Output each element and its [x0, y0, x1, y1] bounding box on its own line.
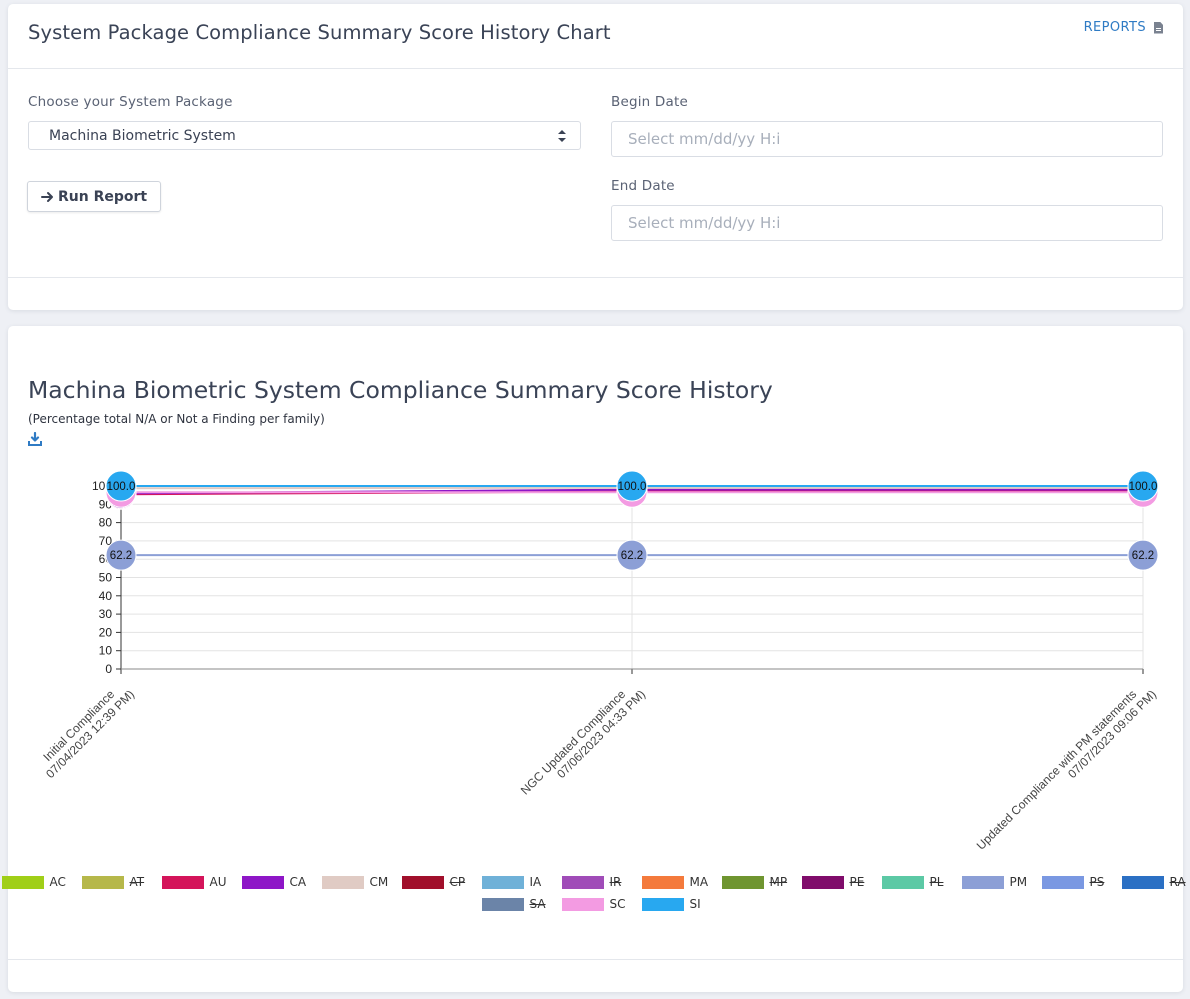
y-tick-label: 0	[105, 662, 112, 676]
legend-swatch	[161, 875, 204, 889]
system-package-select[interactable]: Machina Biometric System	[28, 121, 581, 150]
legend-item-ir[interactable]: IR	[561, 875, 630, 889]
x-tick-label-line: 07/04/2023 12:39 PM)	[43, 687, 137, 781]
report-form-card: System Package Compliance Summary Score …	[8, 4, 1183, 310]
legend-item-pl[interactable]: PL	[881, 875, 950, 889]
x-tick-label: NGC Updated Compliance07/06/2023 04:33 P…	[518, 677, 648, 807]
legend-item-pe[interactable]: PE	[801, 875, 870, 889]
legend-item-sc[interactable]: SC	[561, 897, 630, 911]
legend-label: MA	[689, 875, 709, 889]
legend-swatch	[321, 875, 364, 889]
legend-label: CA	[289, 875, 307, 889]
divider	[8, 68, 1183, 69]
legend-label: SA	[529, 897, 546, 911]
legend-swatch	[481, 875, 524, 889]
system-package-label: Choose your System Package	[28, 94, 233, 110]
legend-swatch	[1, 875, 44, 889]
legend-item-ma[interactable]: MA	[641, 875, 710, 889]
end-date-label: End Date	[611, 178, 675, 194]
legend-label: AT	[129, 875, 145, 889]
legend-swatch	[881, 875, 924, 889]
run-report-label: Run Report	[58, 188, 148, 205]
document-icon	[1154, 21, 1163, 34]
legend-item-ps[interactable]: PS	[1041, 875, 1110, 889]
legend-label: AU	[209, 875, 227, 889]
legend-label: CP	[449, 875, 466, 889]
legend-label: SI	[689, 897, 701, 911]
divider	[8, 277, 1183, 278]
data-label-si: 100.0	[1129, 481, 1158, 493]
x-tick-label-line: NGC Updated Compliance	[518, 687, 629, 798]
y-tick-label: 80	[99, 516, 113, 530]
legend-swatch	[561, 897, 604, 911]
legend-label: AC	[49, 875, 66, 889]
legend-swatch	[561, 875, 604, 889]
legend-label: RA	[1169, 875, 1186, 889]
legend-item-ca[interactable]: CA	[241, 875, 310, 889]
legend-label: IR	[609, 875, 622, 889]
legend-item-au[interactable]: AU	[161, 875, 230, 889]
x-tick-label-line: 07/06/2023 04:33 PM)	[554, 687, 648, 781]
page-title: System Package Compliance Summary Score …	[28, 21, 611, 44]
y-tick-label: 30	[99, 607, 113, 621]
legend-swatch	[641, 875, 684, 889]
run-report-button[interactable]: Run Report	[27, 181, 162, 212]
begin-date-label: Begin Date	[611, 94, 689, 110]
legend-swatch	[961, 875, 1004, 889]
legend-label: CM	[369, 875, 389, 889]
legend-item-ac[interactable]: AC	[1, 875, 70, 889]
legend-item-sa[interactable]: SA	[481, 897, 550, 911]
arrow-right-icon	[41, 191, 53, 202]
y-tick-label: 20	[99, 625, 113, 639]
legend-item-pm[interactable]: PM	[961, 875, 1030, 889]
x-tick-label: Initial Compliance07/04/2023 12:39 PM)	[33, 677, 137, 781]
reports-label: REPORTS	[1083, 20, 1146, 35]
legend-item-cm[interactable]: CM	[321, 875, 390, 889]
legend-swatch	[721, 875, 764, 889]
x-tick-label: Updated Compliance with PM statements07/…	[974, 677, 1159, 862]
legend-swatch	[1041, 875, 1084, 889]
legend-swatch	[401, 875, 444, 889]
legend-label: PE	[849, 875, 865, 889]
y-tick-label: 50	[99, 571, 113, 585]
legend-row: SA SC SI	[8, 893, 1183, 915]
legend-swatch	[81, 875, 124, 889]
end-date-input[interactable]	[611, 205, 1163, 241]
select-arrows-icon	[558, 130, 566, 142]
y-tick-label: 40	[99, 589, 113, 603]
reports-link[interactable]: REPORTS	[1084, 20, 1163, 35]
legend-item-ia[interactable]: IA	[481, 875, 550, 889]
legend-row: AC AT AU CA CM CP IA IR MA MP PE PL PM PS RA	[1, 871, 1186, 893]
legend-label: PL	[929, 875, 944, 889]
legend-swatch	[1121, 875, 1164, 889]
data-label-si: 100.0	[107, 481, 136, 493]
legend-item-si[interactable]: SI	[641, 897, 710, 911]
legend-label: SC	[609, 897, 626, 911]
legend-label: MP	[769, 875, 788, 889]
legend-swatch	[801, 875, 844, 889]
x-tick-label-line: Updated Compliance with PM statements	[974, 687, 1140, 853]
legend-swatch	[481, 897, 524, 911]
begin-date-input[interactable]	[611, 121, 1163, 157]
legend-swatch	[241, 875, 284, 889]
chart-legend: AC AT AU CA CM CP IA IR MA MP PE PL PM PS RA SA SC SI	[1, 871, 1186, 915]
y-tick-label: 10	[99, 644, 113, 658]
legend-item-cp[interactable]: CP	[401, 875, 470, 889]
line-chart: 0102030405060708090100Initial Compliance…	[33, 470, 1159, 862]
data-label-pm: 62.2	[621, 550, 643, 562]
divider	[8, 959, 1183, 960]
legend-item-at[interactable]: AT	[81, 875, 150, 889]
chart-card: Machina Biometric System Compliance Summ…	[1, 326, 1186, 992]
legend-label: PM	[1009, 875, 1028, 889]
legend-swatch	[641, 897, 684, 911]
data-label-pm: 62.2	[110, 550, 132, 562]
x-tick-label-line: 07/07/2023 09:06 PM)	[1065, 687, 1159, 781]
data-label-pm: 62.2	[1132, 550, 1154, 562]
system-package-value: Machina Biometric System	[49, 128, 236, 144]
data-label-si: 100.0	[618, 481, 647, 493]
legend-label: IA	[529, 875, 542, 889]
legend-item-ra[interactable]: RA	[1121, 875, 1190, 889]
legend-label: PS	[1089, 875, 1105, 889]
legend-item-mp[interactable]: MP	[721, 875, 790, 889]
